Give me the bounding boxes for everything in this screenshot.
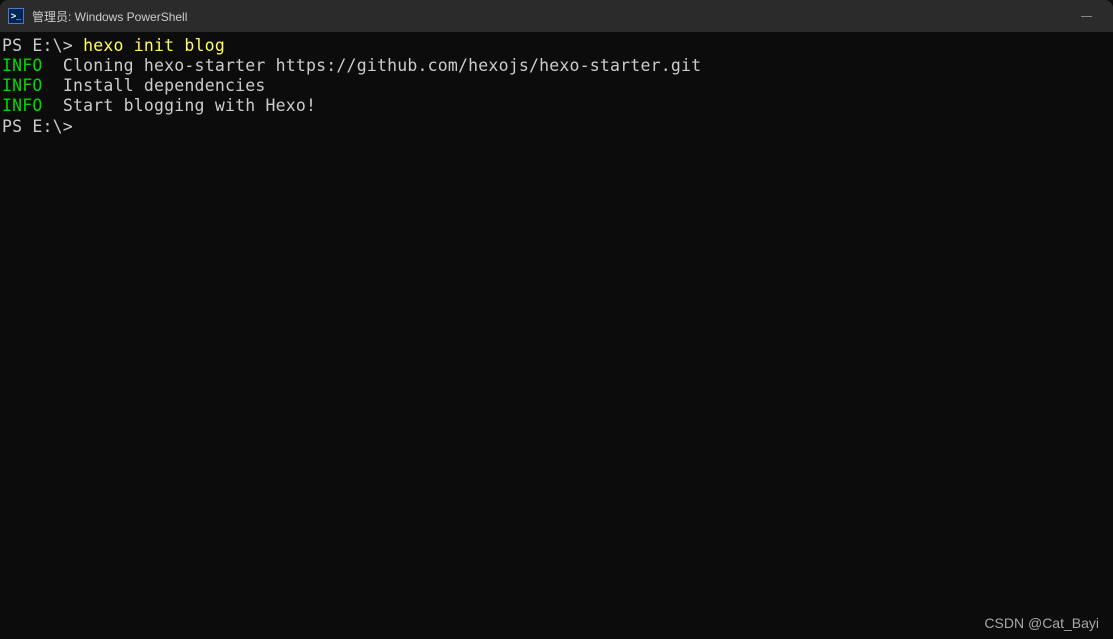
window-controls	[1079, 9, 1105, 23]
info-tag: INFO	[2, 76, 43, 95]
terminal-output[interactable]: PS E:\> hexo init blog INFO Cloning hexo…	[0, 32, 1113, 141]
window-titlebar: >_ 管理员: Windows PowerShell	[0, 0, 1113, 32]
info-tag: INFO	[2, 96, 43, 115]
command-text: hexo init blog	[83, 36, 225, 55]
info-message: Cloning hexo-starter https://github.com/…	[43, 56, 702, 75]
minimize-button[interactable]	[1079, 9, 1093, 23]
watermark-text: CSDN @Cat_Bayi	[984, 615, 1099, 631]
prompt-line-1: PS E:\>	[2, 36, 83, 55]
powershell-icon-glyph: >_	[11, 11, 21, 21]
titlebar-left: >_ 管理员: Windows PowerShell	[8, 8, 187, 25]
info-message: Install dependencies	[43, 76, 266, 95]
powershell-icon: >_	[8, 8, 24, 24]
info-message: Start blogging with Hexo!	[43, 96, 317, 115]
window-title: 管理员: Windows PowerShell	[32, 8, 187, 25]
info-tag: INFO	[2, 56, 43, 75]
prompt-line-2: PS E:\>	[2, 117, 73, 136]
